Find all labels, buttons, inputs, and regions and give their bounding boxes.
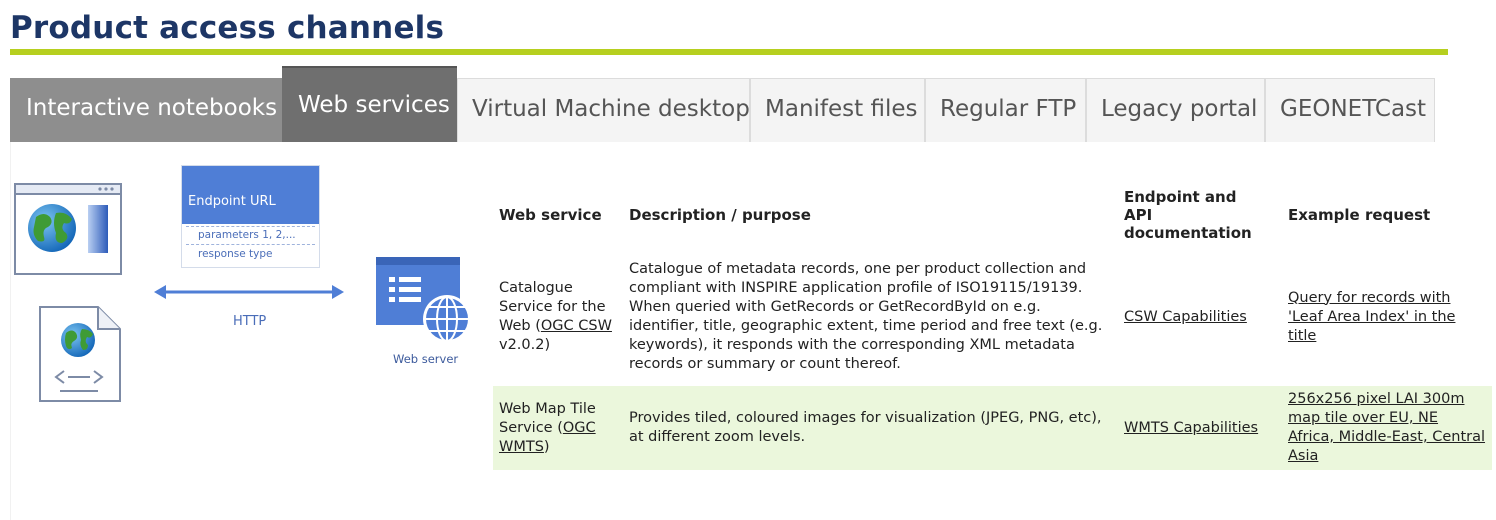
http-label: HTTP [233,314,267,329]
description-cell: Provides tiled, coloured images for visu… [623,386,1118,470]
header-endpoint-line3: documentation [1124,224,1252,242]
tab-interactive-notebooks[interactable]: Interactive notebooks [10,78,282,142]
tab-legacy-portal[interactable]: Legacy portal [1086,78,1265,142]
tab-web-services[interactable]: Web services [282,66,457,142]
tab-virtual-machine-desktop[interactable]: Virtual Machine desktop [457,78,750,142]
double-arrow-icon [154,285,344,299]
header-endpoint-line1: Endpoint and [1124,188,1237,206]
table-row: Catalogue Service for the Web (OGC CSW v… [493,248,1492,386]
table-header-row: Web service Description / purpose Endpoi… [493,182,1492,248]
endpoint-url-label: Endpoint URL [188,194,276,209]
response-type-label: response type [198,248,273,260]
description-cell: Catalogue of metadata records, one per p… [629,261,1103,372]
http-diagram: Endpoint URL parameters 1, 2,... respons… [0,150,490,420]
header-example-request: Example request [1288,206,1431,224]
example-request-link[interactable]: Query for records with 'Leaf Area Index'… [1288,290,1455,344]
web-server-icon [376,257,471,343]
endpoint-cell: CSW Capabilities [1118,248,1282,386]
table-row: Web Map Tile Service (OGC WMTS) Provides… [493,386,1492,470]
example-cell: 256x256 pixel LAI 300m map tile over EU,… [1282,386,1492,470]
ogc-csw-link[interactable]: OGC CSW [541,318,612,334]
endpoint-card: Endpoint URL parameters 1, 2,... respons… [181,165,320,268]
page-title: Product access channels [10,10,445,46]
endpoint-cell: WMTS Capabilities [1118,386,1282,470]
csw-capabilities-link[interactable]: CSW Capabilities [1124,309,1247,325]
example-request-link[interactable]: 256x256 pixel LAI 300m map tile over EU,… [1288,391,1485,464]
web-server-label: Web server [393,352,459,366]
example-cell: Query for records with 'Leaf Area Index'… [1282,248,1492,386]
header-web-service: Web service [499,206,602,224]
title-underline [10,49,1448,55]
wmts-capabilities-link[interactable]: WMTS Capabilities [1124,420,1258,436]
header-description: Description / purpose [629,206,811,224]
service-name-cell: Web Map Tile Service (OGC WMTS) [493,386,623,470]
tab-geonetcast[interactable]: GEONETCast [1265,78,1435,142]
service-name-cell: Catalogue Service for the Web (OGC CSW v… [493,248,623,386]
header-endpoint: Endpoint and API documentation [1118,182,1282,248]
xml-document-icon [39,306,121,402]
web-services-table: Web service Description / purpose Endpoi… [493,182,1492,470]
header-endpoint-line2: API [1124,206,1153,224]
tab-manifest-files[interactable]: Manifest files [750,78,925,142]
parameters-label: parameters 1, 2,... [198,229,296,241]
browser-globe-icon [14,183,122,275]
tab-regular-ftp[interactable]: Regular FTP [925,78,1086,142]
service-version-text: ) [543,438,550,455]
service-version-text: v2.0.2) [499,337,551,353]
